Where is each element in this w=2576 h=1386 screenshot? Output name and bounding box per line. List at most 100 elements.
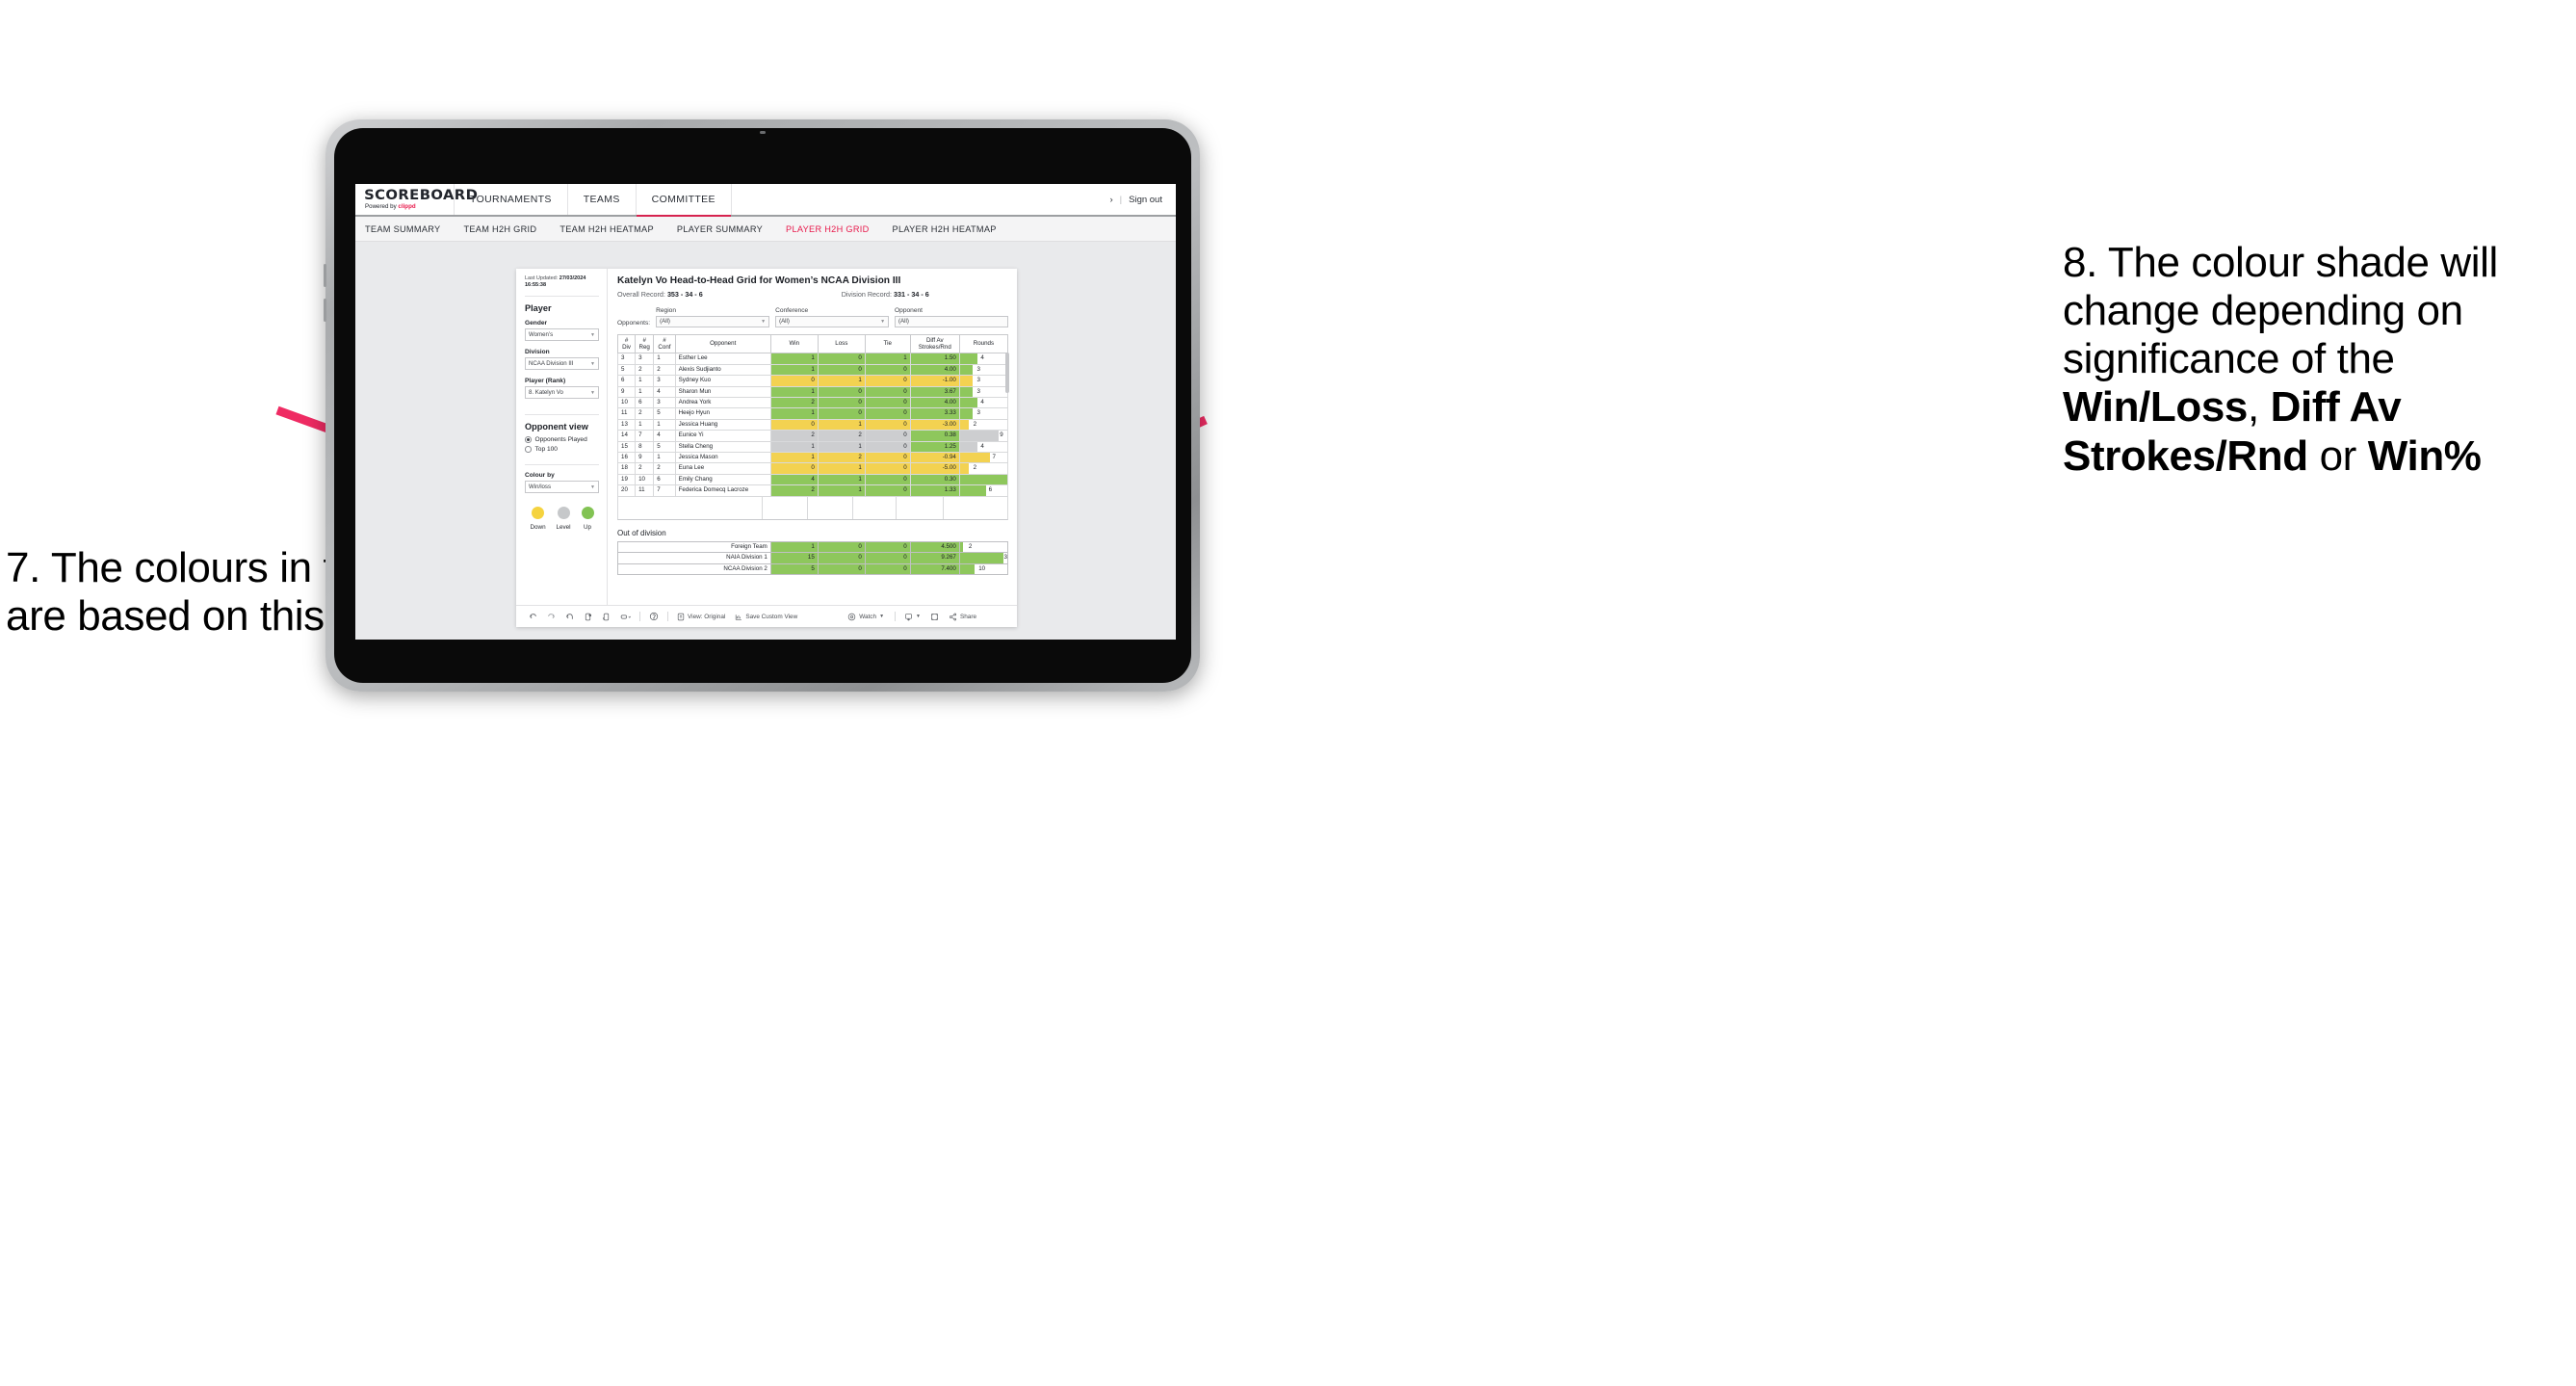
tab-team-h2h-grid[interactable]: TEAM H2H GRID [463, 224, 536, 234]
tab-player-h2h-heatmap[interactable]: PLAYER H2H HEATMAP [893, 224, 997, 234]
cell-loss: 0 [817, 562, 866, 576]
col-conf[interactable]: # Conf [653, 333, 676, 354]
table-row[interactable]: 14 7 4 Eunice Yi 2 2 0 0.38 9 [616, 430, 1009, 442]
table-row[interactable]: 10 6 3 Andrea York 2 0 0 4.00 4 [616, 396, 1009, 409]
table-row[interactable]: 16 9 1 Jessica Mason 1 2 0 -0.94 7 [616, 452, 1009, 464]
select-colour-by-value: Win/loss [529, 484, 552, 491]
col-win[interactable]: Win [769, 333, 819, 354]
field-player-rank: Player (Rank) 8. Katelyn Vo ▼ [525, 378, 599, 399]
legend-swatch-down [532, 506, 545, 519]
cell-conf: 3 [653, 375, 676, 387]
col-tie[interactable]: Tie [864, 333, 911, 354]
table-row[interactable]: 11 2 5 Heejo Hyun 1 0 0 3.33 3 [616, 407, 1009, 420]
overall-record-value: 353 - 34 - 6 [666, 290, 703, 299]
tab-player-h2h-grid[interactable]: PLAYER H2H GRID [786, 224, 870, 234]
opponent-filters: Opponents: Region (All) ▼ Conference (Al… [617, 307, 1008, 327]
cell-diff: 7.400 [909, 562, 960, 576]
tab-team-summary[interactable]: TEAM SUMMARY [365, 224, 440, 234]
overall-record: Overall Record: 353 - 34 - 6 [617, 290, 703, 299]
col-div[interactable]: # Div [616, 333, 637, 354]
table-row[interactable]: 15 8 5 Stella Cheng 1 1 0 1.25 4 [616, 440, 1009, 454]
select-opponent-value: (All) [898, 318, 909, 325]
tablet-screen-bezel: SCOREBOARD Powered by clippd TOURNAMENTS… [334, 128, 1191, 683]
cell-rounds: 3 [958, 407, 1009, 420]
device-layout-button[interactable] [615, 613, 636, 621]
cell-opponent: Euna Lee [674, 462, 771, 475]
annotation-8: 8. The colour shade will change dependin… [2063, 239, 2573, 481]
col-loss[interactable]: Loss [817, 333, 866, 354]
cell-loss: 0 [817, 540, 866, 554]
tab-team-h2h-heatmap[interactable]: TEAM H2H HEATMAP [559, 224, 654, 234]
table-row[interactable]: 18 2 2 Euna Lee 0 1 0 -5.00 2 [616, 462, 1009, 475]
cell-opponent: Andrea York [674, 396, 771, 409]
cell-tie: 0 [864, 440, 911, 454]
table-row[interactable]: 3 3 1 Esther Lee 1 0 1 1.50 4 [616, 353, 1009, 365]
cell-loss: 0 [817, 385, 866, 399]
out-of-division-row[interactable]: NAIA Division 115009.26730 [617, 552, 1009, 564]
refresh-button[interactable] [579, 613, 597, 621]
radio-selected-icon [525, 436, 532, 443]
label-division: Division [525, 348, 550, 355]
pause-button[interactable] [597, 613, 615, 621]
nav-item-teams[interactable]: TEAMS [568, 184, 637, 215]
dashboard-card: Last Updated: 27/03/2024 16:55:38 Player… [516, 269, 1017, 627]
cell-win: 4 [769, 473, 819, 486]
save-custom-view-button[interactable]: Save Custom View [730, 613, 802, 621]
table-scrollbar[interactable] [1005, 352, 1009, 393]
cell-loss: 0 [817, 407, 866, 420]
redo-button[interactable] [542, 613, 560, 621]
select-colour-by[interactable]: Win/loss ▼ [525, 481, 599, 493]
brand-logo[interactable]: SCOREBOARD Powered by clippd [355, 184, 478, 215]
table-body: 3 3 1 Esther Lee 1 0 1 1.50 4 5 2 2 Alexis Sudjianto… [616, 353, 1009, 497]
revert-button[interactable] [560, 613, 579, 621]
table-row[interactable]: 13 1 1 Jessica Huang 0 1 0 -3.00 2 [616, 418, 1009, 431]
select-gender[interactable]: Women’s ▼ [525, 328, 599, 341]
cell-win: 0 [769, 418, 819, 431]
filter-opponent-label: Opponent [895, 307, 923, 314]
table-row[interactable]: 19106Emily Chang4100.3011 [616, 473, 1009, 486]
table-row[interactable]: 9 1 4 Sharon Mun 1 0 0 3.67 3 [616, 385, 1009, 399]
fullscreen-button[interactable] [925, 613, 944, 621]
annotation-8-bold3: Win% [2367, 431, 2482, 480]
cell-group-name: Foreign Team [617, 540, 771, 554]
cell-win: 2 [769, 430, 819, 442]
col-diff[interactable]: Diff Av Strokes/Rnd [909, 333, 960, 354]
division-record: Division Record: 331 - 34 - 6 [842, 290, 929, 299]
table-row[interactable]: 6 1 3 Sydney Kuo 0 1 0 -1.00 3 [616, 375, 1009, 387]
col-rounds[interactable]: Rounds [958, 333, 1009, 354]
radio-top-100[interactable]: Top 100 [525, 446, 599, 453]
division-record-label: Division Record: [841, 290, 895, 299]
cell-rounds: 10 [958, 562, 1009, 576]
nav-item-committee[interactable]: COMMITTEE [636, 184, 732, 217]
view-original-button[interactable]: View: Original [672, 613, 730, 621]
select-division[interactable]: NCAA Division III ▼ [525, 357, 599, 370]
undo-button[interactable] [524, 613, 542, 621]
select-conference[interactable]: (All) ▼ [775, 315, 890, 327]
table-row[interactable]: 5 2 2 Alexis Sudjianto 1 0 0 4.00 3 [616, 363, 1009, 377]
tab-player-summary[interactable]: PLAYER SUMMARY [677, 224, 763, 234]
col-reg[interactable]: # Reg [635, 333, 655, 354]
watch-button[interactable]: Watch ▼ [843, 613, 889, 621]
cell-rounds: 11 [958, 473, 1009, 486]
help-button[interactable] [644, 612, 664, 621]
out-of-division-heading: Out of division [617, 528, 666, 537]
download-button[interactable]: ▼ [899, 613, 925, 621]
sign-out-button[interactable]: Sign out [1129, 195, 1162, 205]
col-opponent[interactable]: Opponent [674, 333, 771, 354]
nav-item-tournaments[interactable]: TOURNAMENTS [455, 184, 568, 215]
cell-tie: 0 [864, 396, 911, 409]
select-opponent[interactable]: (All) [895, 315, 1008, 327]
select-player-rank[interactable]: 8. Katelyn Vo ▼ [525, 386, 599, 399]
out-of-division-row[interactable]: Foreign Team 1 0 0 4.500 2 [617, 540, 1009, 554]
filter-conference-label: Conference [775, 307, 809, 314]
filter-region-label: Region [656, 307, 676, 314]
radio-opponents-played[interactable]: Opponents Played [525, 436, 599, 443]
select-region[interactable]: (All) ▼ [656, 315, 770, 327]
share-button[interactable]: Share [944, 613, 981, 621]
sidebar-heading-opponent-view: Opponent view [525, 421, 588, 431]
cell-diff: 0.38 [909, 430, 960, 442]
out-of-division-row[interactable]: NCAA Division 2 5 0 0 7.400 10 [617, 562, 1009, 576]
table-row[interactable]: 20 11 7 Federica Domecq Lacroze 2 1 0 1.33 6 [616, 484, 1009, 497]
chevron-right-icon[interactable]: › [1109, 195, 1112, 205]
out-of-division-table: Foreign Team 1 0 0 4.500 2 NAIA Division 1 15 0 0… [617, 540, 1009, 576]
